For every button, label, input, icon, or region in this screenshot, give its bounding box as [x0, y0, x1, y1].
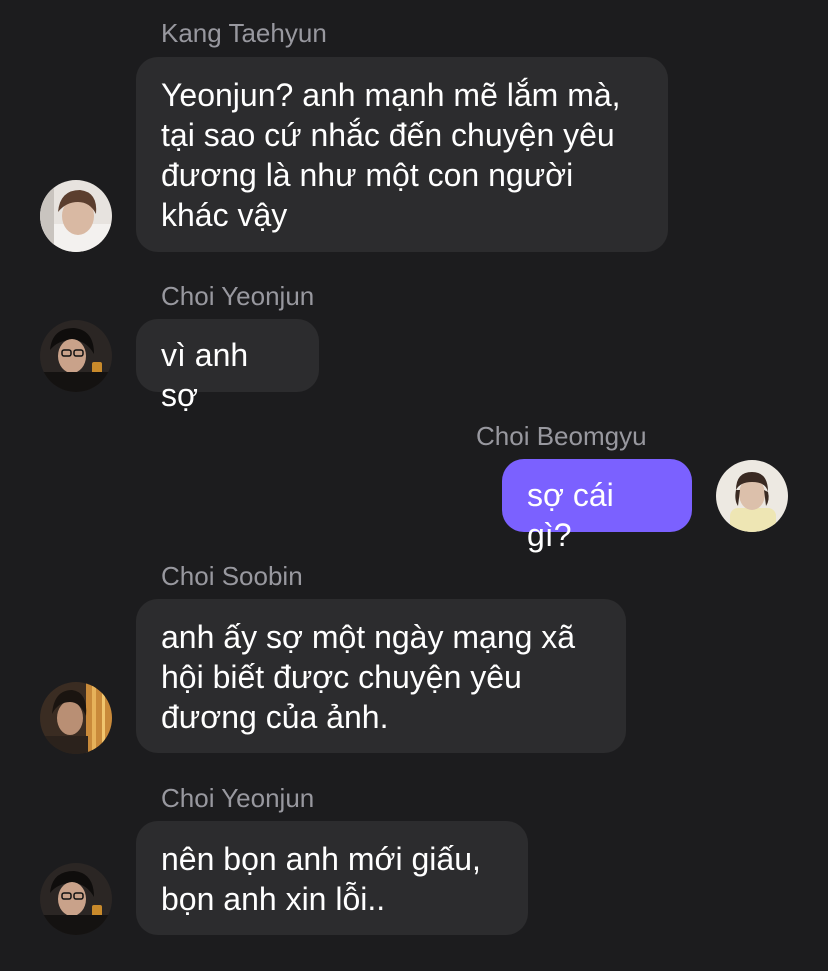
sender-name: Choi Soobin — [161, 561, 303, 591]
message-bubble[interactable]: nên bọn anh mới giấu, bọn anh xin lỗi.. — [136, 821, 528, 935]
sender-name: Choi Beomgyu — [476, 421, 647, 451]
message-bubble-outgoing[interactable]: sợ cái gì? — [502, 459, 692, 553]
avatar-choi-yeonjun-icon[interactable] — [40, 320, 112, 392]
message-bubble[interactable]: vì anh sợ — [136, 319, 319, 413]
sender-name: Kang Taehyun — [161, 18, 327, 48]
avatar-choi-beomgyu-icon[interactable] — [716, 460, 788, 532]
sender-name: Choi Yeonjun — [161, 783, 315, 813]
message-bubble[interactable]: Yeonjun? anh mạnh mẽ lắm mà, tại sao cứ … — [136, 57, 668, 252]
message-bubble[interactable]: anh ấy sợ một ngày mạng xã hội biết được… — [136, 599, 626, 753]
avatar-choi-soobin-icon[interactable] — [40, 682, 112, 754]
sender-name: Choi Yeonjun — [161, 281, 315, 311]
avatar-kang-taehyun-icon[interactable] — [40, 180, 112, 252]
avatar-choi-yeonjun-icon[interactable] — [40, 863, 112, 935]
